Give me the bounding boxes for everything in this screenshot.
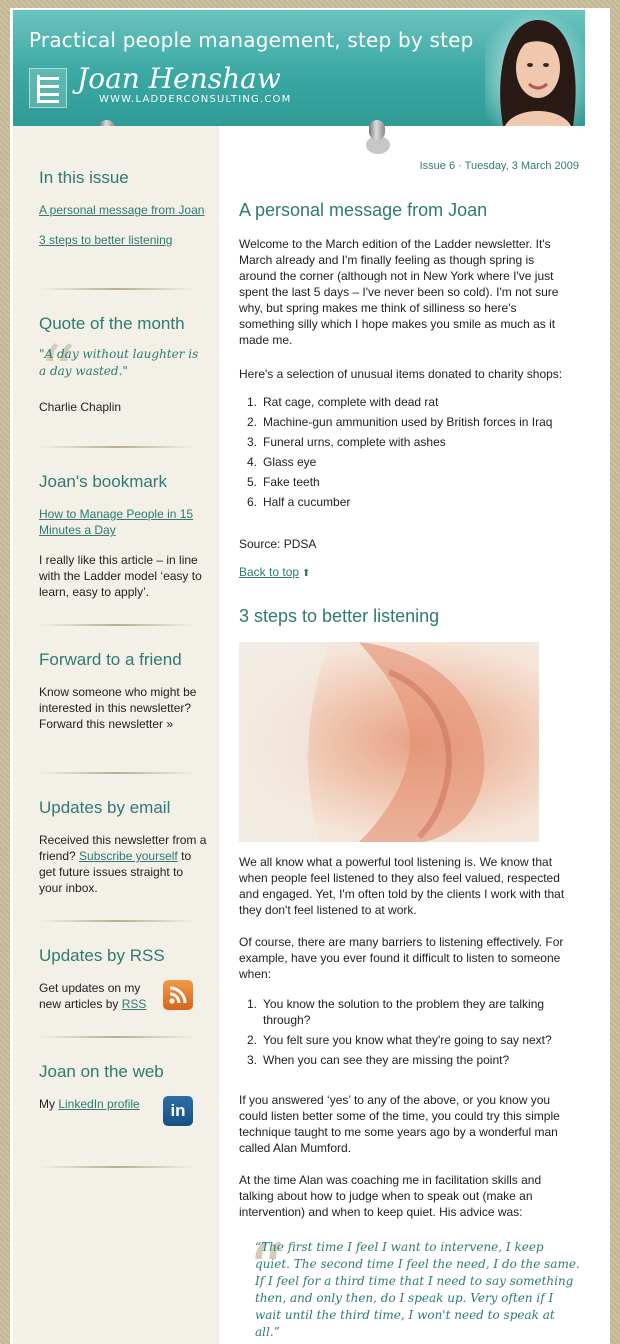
pin-right-icon (366, 120, 390, 154)
back-to-top-link[interactable]: Back to top ⬆ (239, 565, 310, 579)
bookmark-heading: Joan's bookmark (39, 472, 167, 491)
article1-p1: Welcome to the March edition of the Ladd… (239, 237, 559, 347)
in-this-issue-heading: In this issue (39, 168, 129, 187)
quote-text: "A day without laughter is a day wasted.… (39, 347, 199, 378)
web-text-body: My (39, 1097, 55, 1111)
ladder-logo-icon (29, 68, 67, 108)
article2-p1: We all know what a powerful tool listeni… (239, 855, 565, 917)
email-text: Received this newsletter from a friend? … (39, 832, 207, 896)
article1-p2: Here's a selection of unusual items dona… (239, 367, 563, 381)
list-item: 3. When you can see they are missing the … (247, 1053, 510, 1067)
email-section: Updates by email Received this newslette… (39, 798, 207, 896)
forward-text-body: Know someone who might be interested in … (39, 685, 197, 715)
divider (39, 624, 195, 626)
link-better-listening[interactable]: 3 steps to better listening (39, 232, 207, 248)
divider (39, 1166, 195, 1168)
list-item: 1. Rat cage, complete with dead rat (247, 395, 439, 409)
list-item: 6. Half a cucumber (247, 495, 351, 509)
divider (39, 1036, 195, 1038)
web-heading: Joan on the web (39, 1062, 164, 1081)
rss-section: Updates by RSS Get updates on my new art… (39, 946, 207, 1012)
article2-p4: At the time Alan was coaching me in faci… (239, 1173, 542, 1219)
header-tagline: Practical people management, step by ste… (29, 28, 474, 52)
header-banner: Practical people management, step by ste… (13, 10, 585, 126)
list-item: 3. Funeral urns, complete with ashes (247, 435, 446, 449)
forward-text: Know someone who might be interested in … (39, 684, 207, 732)
email-heading: Updates by email (39, 798, 171, 817)
linkedin-link[interactable]: LinkedIn profile (58, 1097, 139, 1111)
list-item: 2. You felt sure you know what they're go… (247, 1033, 552, 1047)
rss-link[interactable]: RSS (122, 997, 147, 1011)
subscribe-link[interactable]: Subscribe yourself (79, 849, 178, 863)
forward-section: Forward to a friend Know someone who mig… (39, 650, 207, 732)
list-item: 2. Machine-gun ammunition used by British… (247, 415, 553, 429)
bookmark-section: Joan's bookmark How to Manage People in … (39, 472, 207, 600)
quote-section: Quote of the month “ "A day without laug… (39, 314, 207, 415)
bookmark-link[interactable]: How to Manage People in 15 Minutes a Day (39, 506, 207, 538)
brand-name: Joan Henshaw (77, 62, 281, 95)
divider (39, 288, 195, 290)
divider (39, 920, 195, 922)
link-personal-message[interactable]: A personal message from Joan (39, 202, 207, 218)
list-item: 1. You know the solution to the problem t… (247, 997, 545, 1027)
list-item: 4. Glass eye (247, 455, 317, 469)
forward-heading: Forward to a friend (39, 650, 182, 669)
charity-items-list: 1. Rat cage, complete with dead rat 2. Mac… (239, 394, 569, 514)
author-portrait (485, 10, 585, 126)
list-item: 5. Fake teeth (247, 475, 320, 489)
sidebar: In this issue A personal message from Jo… (13, 126, 219, 1344)
article2-p2: Of course, there are many barriers to li… (239, 935, 564, 981)
arrow-up-icon: ⬆ (302, 568, 311, 579)
article2-p3: If you answered ‘yes’ to any of the abov… (239, 1093, 560, 1155)
in-this-issue-section: In this issue A personal message from Jo… (39, 168, 207, 248)
alan-mumford-quote: “The first time I feel I want to interve… (255, 1240, 580, 1339)
article1-source: Source: PDSA (239, 537, 317, 551)
back-to-top-label: Back to top (239, 565, 300, 579)
bookmark-text: I really like this article – in line wit… (39, 553, 202, 599)
issue-line: Issue 6 · Tuesday, 3 March 2009 (419, 160, 579, 172)
article2-title: 3 steps to better listening (239, 606, 440, 626)
divider (39, 446, 195, 448)
ear-photo (239, 642, 539, 842)
rss-heading: Updates by RSS (39, 946, 165, 965)
article1-title: A personal message from Joan (239, 200, 488, 220)
web-section: Joan on the web My LinkedIn profile in (39, 1062, 207, 1126)
linkedin-icon[interactable]: in (163, 1096, 193, 1126)
brand-url: WWW.LADDERCONSULTING.COM (99, 94, 292, 105)
rss-text: Get updates on my new articles by RSS (39, 980, 155, 1012)
forward-link[interactable]: Forward this newsletter » (39, 717, 173, 731)
rss-icon[interactable] (163, 980, 193, 1010)
listening-barriers-list: 1. You know the solution to the problem t… (239, 996, 559, 1072)
divider (39, 772, 195, 774)
